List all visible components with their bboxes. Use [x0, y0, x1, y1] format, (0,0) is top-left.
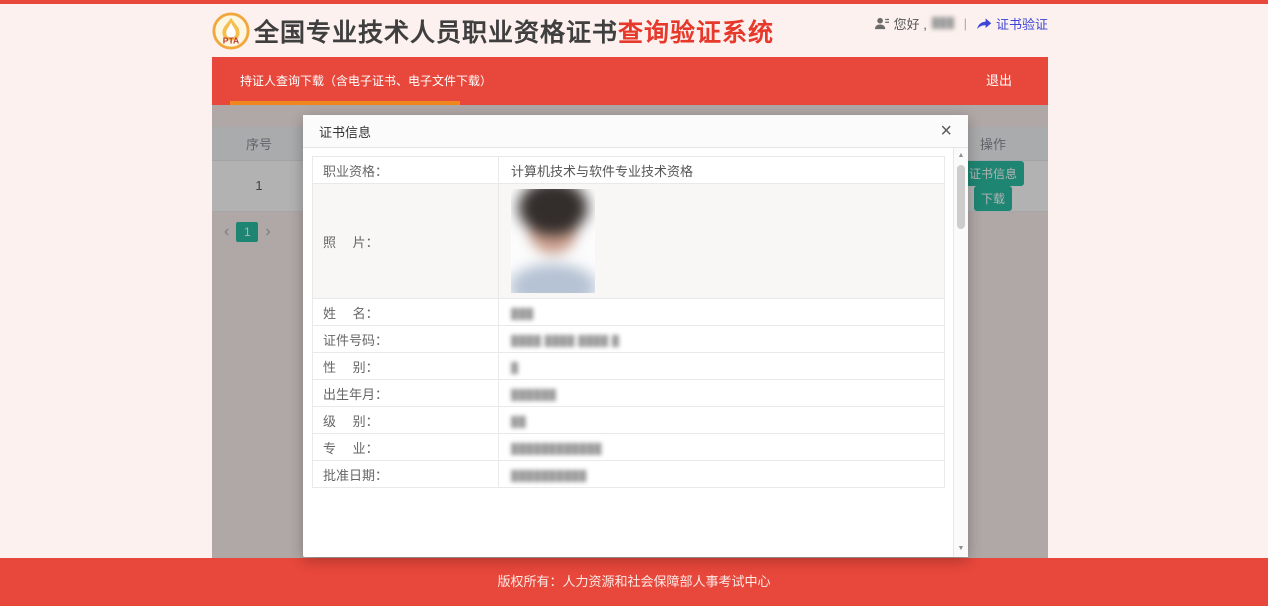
share-arrow-icon: [976, 17, 992, 31]
row-label: 性 别：: [313, 353, 499, 380]
logout-button[interactable]: 退出: [986, 57, 1012, 105]
row-value: 计算机技术与软件专业技术资格: [499, 157, 945, 184]
detail-row-gender: 性 别： █: [313, 353, 945, 380]
copyright-text: 版权所有：人力资源和社会保障部人事考试中心: [497, 574, 770, 589]
svg-text:PTA: PTA: [223, 35, 239, 45]
row-label: 出生年月：: [313, 380, 499, 407]
masked-value: █: [511, 363, 519, 374]
modal-header: 证书信息 ×: [303, 115, 968, 148]
site-header: PTA 全国专业技术人员职业资格证书查询验证系统 您好 , ███ | 证书验证: [212, 4, 1048, 57]
masked-value: ████████████: [511, 444, 602, 455]
row-value: ██████████: [499, 461, 945, 488]
row-value: ██████: [499, 380, 945, 407]
masked-value: ███: [511, 309, 534, 320]
row-value: ██: [499, 407, 945, 434]
user-name-masked: ███: [932, 18, 955, 29]
page-title-main: 全国专业技术人员职业资格证书: [254, 19, 618, 47]
scrollbar-thumb[interactable]: [957, 165, 965, 229]
detail-row-qualification: 职业资格： 计算机技术与软件专业技术资格: [313, 157, 945, 184]
detail-row-birth: 出生年月： ██████: [313, 380, 945, 407]
detail-row-name: 姓 名： ███: [313, 299, 945, 326]
row-value: █: [499, 353, 945, 380]
certificate-verify-link[interactable]: 证书验证: [976, 14, 1048, 33]
row-label: 照 片：: [313, 184, 499, 299]
detail-row-major: 专 业： ████████████: [313, 434, 945, 461]
page-title: 全国专业技术人员职业资格证书查询验证系统: [254, 13, 774, 49]
row-label: 级 别：: [313, 407, 499, 434]
modal-title: 证书信息: [319, 122, 371, 141]
row-label: 专 业：: [313, 434, 499, 461]
row-label: 证件号码：: [313, 326, 499, 353]
row-value: ███: [499, 299, 945, 326]
masked-value: ██: [511, 417, 526, 428]
row-value: [499, 184, 945, 299]
masked-value: ██████████: [511, 471, 587, 482]
modal-scrollbar[interactable]: ▲ ▼: [953, 148, 968, 557]
row-label: 姓 名：: [313, 299, 499, 326]
certificate-verify-label: 证书验证: [996, 14, 1048, 33]
modal-body: 职业资格： 计算机技术与软件专业技术资格 照 片： 姓 名： ███ 证件号码：…: [303, 148, 968, 557]
pta-logo-icon: PTA: [212, 12, 250, 50]
row-value: ████████████: [499, 434, 945, 461]
certificate-info-modal: 证书信息 × 职业资格： 计算机技术与软件专业技术资格 照 片： 姓 名： ██…: [303, 115, 968, 557]
detail-row-id-number: 证件号码： ████ ████ ████ █: [313, 326, 945, 353]
main-nav: 持证人查询下载（含电子证书、电子文件下载） 退出: [212, 57, 1048, 105]
user-greeting-area: 您好 , ███ | 证书验证: [874, 14, 1048, 33]
user-icon: [874, 16, 889, 31]
tab-holder-query-download[interactable]: 持证人查询下载（含电子证书、电子文件下载）: [212, 57, 520, 105]
scroll-down-icon[interactable]: ▼: [954, 542, 968, 556]
masked-value: ██████: [511, 390, 557, 401]
detail-row-photo: 照 片：: [313, 184, 945, 299]
certificate-photo-blur: [511, 189, 595, 293]
row-value: ████ ████ ████ █: [499, 326, 945, 353]
close-icon[interactable]: ×: [940, 121, 952, 141]
row-label: 批准日期：: [313, 461, 499, 488]
masked-value: ████ ████ ████ █: [511, 336, 619, 347]
certificate-photo: [511, 189, 595, 293]
detail-row-level: 级 别： ██: [313, 407, 945, 434]
footer: 版权所有：人力资源和社会保障部人事考试中心: [0, 558, 1268, 606]
page-title-accent: 查询验证系统: [618, 19, 774, 47]
tab-label: 持证人查询下载（含电子证书、电子文件下载）: [240, 74, 492, 88]
row-label: 职业资格：: [313, 157, 499, 184]
greeting-separator: |: [964, 16, 967, 31]
scroll-up-icon[interactable]: ▲: [954, 149, 968, 163]
certificate-detail-table: 职业资格： 计算机技术与软件专业技术资格 照 片： 姓 名： ███ 证件号码：…: [312, 156, 945, 488]
detail-row-approval-date: 批准日期： ██████████: [313, 461, 945, 488]
greeting-text: 您好 ,: [894, 14, 927, 33]
